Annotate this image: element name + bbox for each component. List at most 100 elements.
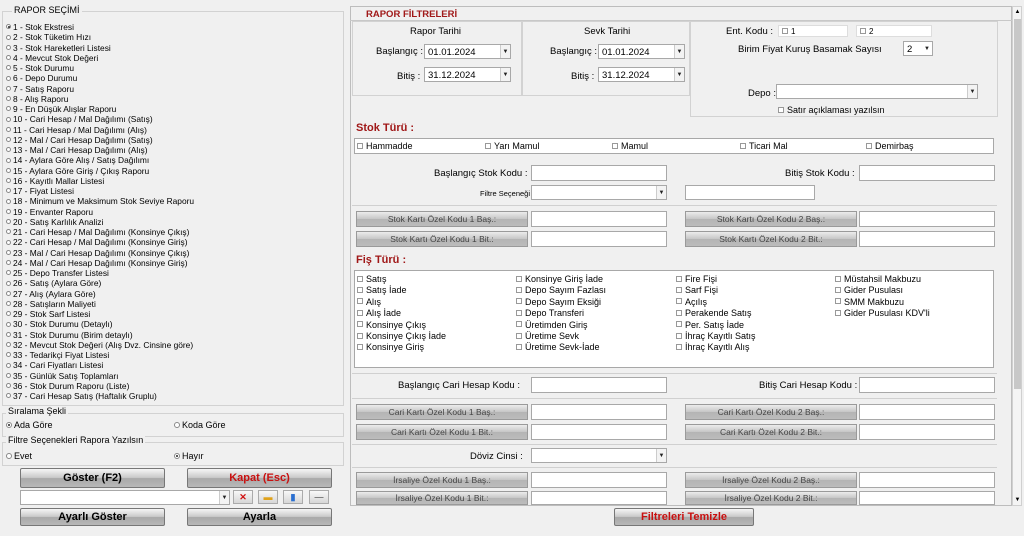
account-special-code-1-end-button[interactable]: Cari Kartı Özel Kodu 1 Bit.: [356,424,528,440]
stock-special-code-1-start-input[interactable] [531,211,667,227]
settings-button[interactable]: Ayarla [187,508,332,526]
decimal-places-select[interactable]: 2 ▼ [903,41,933,56]
report-option[interactable]: 25 - Depo Transfer Listesi [6,268,336,278]
report-option[interactable]: 1 - Stok Ekstresi [6,22,336,32]
report-option[interactable]: 22 - Cari Hesap / Mal Dağılımı (Konsinye… [6,237,336,247]
ent-code-1-checkbox[interactable]: 1 [778,25,848,37]
stock-special-code-2-start-button[interactable]: Stok Kartı Özel Kodu 2 Baş.: [685,211,857,227]
report-option[interactable]: 7 - Satış Raporu [6,84,336,94]
stock-special-code-1-start-button[interactable]: Stok Kartı Özel Kodu 1 Baş.: [356,211,528,227]
filter-option-select[interactable]: ▼ [531,185,667,200]
stock-type-finished[interactable]: Mamul [612,141,648,151]
report-settings-select[interactable]: ▼ [20,490,230,505]
report-option[interactable]: 37 - Cari Hesap Satış (Haftalık Gruplu) [6,391,336,401]
filter-print-no-radio[interactable]: Hayır [174,451,204,461]
report-option[interactable]: 18 - Minimum ve Maksimum Stok Seviye Rap… [6,196,336,206]
report-option[interactable]: 21 - Cari Hesap / Mal Dağılımı (Konsinye… [6,227,336,237]
waybill-special-code-1-start-input[interactable] [531,472,667,488]
scroll-down-icon[interactable]: ▼ [1014,496,1021,504]
waybill-special-code-1-start-button[interactable]: İrsaliye Özel Kodu 1 Baş.: [356,472,528,488]
clear-filters-button[interactable]: Filtreleri Temizle [614,508,754,526]
account-special-code-2-end-button[interactable]: Cari Kartı Özel Kodu 2 Bit.: [685,424,857,440]
report-option[interactable]: 28 - Satışların Maliyeti [6,299,336,309]
report-option[interactable]: 2 - Stok Tüketim Hızı [6,32,336,42]
stock-special-code-2-end-button[interactable]: Stok Kartı Özel Kodu 2 Bit.: [685,231,857,247]
account-special-code-1-start-button[interactable]: Cari Kartı Özel Kodu 1 Baş.: [356,404,528,420]
account-special-code-2-start-button[interactable]: Cari Kartı Özel Kodu 2 Baş.: [685,404,857,420]
report-option[interactable]: 4 - Mevcut Stok Değeri [6,53,336,63]
scroll-thumb[interactable] [1014,19,1021,389]
account-special-code-2-start-input[interactable] [859,404,995,420]
report-option[interactable]: 16 - Kayıtlı Mallar Listesi [6,176,336,186]
report-option[interactable]: 30 - Stok Durumu (Detaylı) [6,319,336,329]
slip-type-checkbox[interactable]: Üretime Sevk-İade [516,342,600,353]
waybill-special-code-2-start-button[interactable]: İrsaliye Özel Kodu 2 Baş.: [685,472,857,488]
line-description-checkbox[interactable]: Satır açıklaması yazılsın [778,105,885,115]
report-option[interactable]: 10 - Cari Hesap / Mal Dağılımı (Satış) [6,114,336,124]
slip-type-checkbox[interactable]: Üretime Sevk [516,331,579,342]
slip-type-checkbox[interactable]: Per. Satış İade [676,320,744,331]
ent-code-2-checkbox[interactable]: 2 [856,25,932,37]
report-option[interactable]: 8 - Alış Raporu [6,94,336,104]
report-option[interactable]: 20 - Satış Karlılık Analizi [6,217,336,227]
report-option[interactable]: 29 - Stok Sarf Listesi [6,309,336,319]
stock-special-code-1-end-input[interactable] [531,231,667,247]
slip-type-checkbox[interactable]: Depo Sayım Fazlası [516,285,606,296]
ship-end-date[interactable]: 31.12.2024 ▼ [598,67,685,82]
slip-type-checkbox[interactable]: Konsinye Çıkış İade [357,331,446,342]
minus-icon[interactable]: — [309,490,329,504]
slip-type-checkbox[interactable]: Perakende Satış [676,308,752,319]
report-end-date[interactable]: 31.12.2024 ▼ [424,67,511,82]
waybill-special-code-1-end-input[interactable] [531,491,667,505]
end-account-code-input[interactable] [859,377,995,393]
slip-type-checkbox[interactable]: Depo Transferi [516,308,584,319]
report-option[interactable]: 14 - Aylara Göre Alış / Satış Dağılımı [6,155,336,165]
report-option[interactable]: 33 - Tedarikçi Fiyat Listesi [6,350,336,360]
slip-type-checkbox[interactable]: Konsinye Giriş [357,342,424,353]
report-option[interactable]: 34 - Cari Fiyatları Listesi [6,360,336,370]
slip-type-checkbox[interactable]: SMM Makbuzu [835,297,904,308]
report-option[interactable]: 26 - Satış (Aylara Göre) [6,278,336,288]
report-option[interactable]: 11 - Cari Hesap / Mal Dağılımı (Alış) [6,125,336,135]
start-account-code-input[interactable] [531,377,667,393]
account-special-code-1-end-input[interactable] [531,424,667,440]
stock-special-code-2-start-input[interactable] [859,211,995,227]
slip-type-checkbox[interactable]: İhraç Kayıtlı Alış [676,342,750,353]
slip-type-checkbox[interactable]: Açılış [676,297,707,308]
start-stock-code-input[interactable] [531,165,667,181]
folder-icon[interactable]: ▬ [258,490,278,504]
scroll-up-icon[interactable]: ▲ [1014,8,1021,16]
waybill-special-code-2-end-button[interactable]: İrsaliye Özel Kodu 2 Bit.: [685,491,857,505]
report-option[interactable]: 13 - Mal / Cari Hesap Dağılımı (Alış) [6,145,336,155]
report-option[interactable]: 5 - Stok Durumu [6,63,336,73]
sort-by-code-radio[interactable]: Koda Göre [174,420,226,430]
slip-type-checkbox[interactable]: Alış [357,297,381,308]
report-option[interactable]: 12 - Mal / Cari Hesap Dağılımı (Satış) [6,135,336,145]
report-option[interactable]: 23 - Mal / Cari Hesap Dağılımı (Konsinye… [6,248,336,258]
slip-type-checkbox[interactable]: İhraç Kayıtlı Satış [676,331,756,342]
waybill-special-code-2-start-input[interactable] [859,472,995,488]
stock-special-code-1-end-button[interactable]: Stok Kartı Özel Kodu 1 Bit.: [356,231,528,247]
slip-type-checkbox[interactable]: Gider Pusulası KDV'li [835,308,930,319]
stock-type-raw-material[interactable]: Hammadde [357,141,413,151]
report-option[interactable]: 27 - Alış (Aylara Göre) [6,289,336,299]
stock-type-trade-goods[interactable]: Ticari Mal [740,141,788,151]
close-button[interactable]: Kapat (Esc) [187,468,332,488]
report-option[interactable]: 6 - Depo Durumu [6,73,336,83]
vertical-scrollbar[interactable]: ▲ ▼ [1012,6,1022,506]
slip-type-checkbox[interactable]: Sarf Fişi [676,285,718,296]
report-option[interactable]: 19 - Envanter Raporu [6,207,336,217]
show-button[interactable]: Göster (F2) [20,468,165,488]
slip-type-checkbox[interactable]: Alış İade [357,308,401,319]
slip-type-checkbox[interactable]: Müstahsil Makbuzu [835,274,921,285]
stock-type-semi-finished[interactable]: Yarı Mamul [485,141,539,151]
report-option[interactable]: 32 - Mevcut Stok Değeri (Alış Dvz. Cinsi… [6,340,336,350]
delete-icon[interactable]: ✕ [233,490,253,504]
report-option[interactable]: 17 - Fiyat Listesi [6,186,336,196]
stock-type-fixed-asset[interactable]: Demirbaş [866,141,914,151]
slip-type-checkbox[interactable]: Gider Pusulası [835,285,903,296]
slip-type-checkbox[interactable]: Üretimden Giriş [516,320,588,331]
slip-type-checkbox[interactable]: Konsinye Giriş İade [516,274,603,285]
slip-type-checkbox[interactable]: Satış İade [357,285,407,296]
waybill-special-code-2-end-input[interactable] [859,491,995,505]
